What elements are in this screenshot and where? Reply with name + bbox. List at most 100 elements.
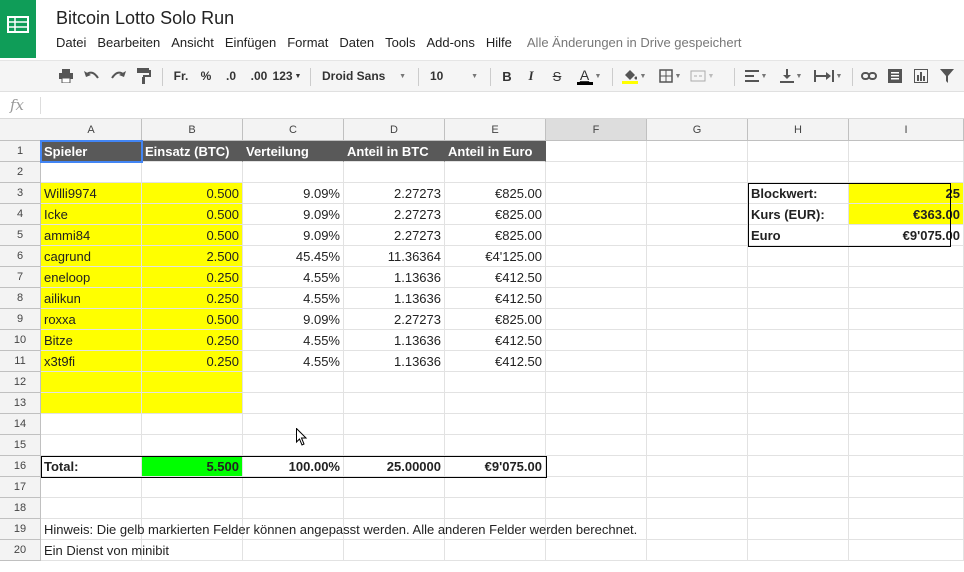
merge-cells-button[interactable]: ▼: [688, 65, 716, 87]
player-verteilung[interactable]: 9.09%: [243, 183, 344, 204]
column-header-f[interactable]: F: [546, 119, 647, 140]
menu-bearbeiten[interactable]: Bearbeiten: [97, 35, 160, 50]
empty-cell[interactable]: [748, 141, 849, 162]
player-name[interactable]: ailikun: [41, 288, 142, 309]
empty-cell[interactable]: [546, 435, 647, 456]
save-status[interactable]: Alle Änderungen in Drive gespeichert: [527, 35, 742, 50]
more-formats-button[interactable]: 123 ▼: [272, 65, 302, 87]
empty-cell[interactable]: [748, 477, 849, 498]
empty-cell[interactable]: [849, 246, 964, 267]
empty-cell[interactable]: [647, 246, 748, 267]
empty-cell[interactable]: [546, 204, 647, 225]
empty-cell[interactable]: [647, 225, 748, 246]
player-anteil-btc[interactable]: 1.13636: [344, 330, 445, 351]
row-header-10[interactable]: 10: [0, 330, 41, 351]
empty-cell[interactable]: [142, 435, 243, 456]
empty-cell[interactable]: [849, 477, 964, 498]
player-einsatz[interactable]: 0.250: [142, 267, 243, 288]
paint-format-icon[interactable]: [134, 65, 154, 87]
player-anteil-btc[interactable]: 1.13636: [344, 267, 445, 288]
empty-cell[interactable]: [546, 393, 647, 414]
empty-cell[interactable]: [647, 435, 748, 456]
empty-cell[interactable]: [243, 372, 344, 393]
empty-cell[interactable]: [849, 351, 964, 372]
total-anteil-btc[interactable]: 25.00000: [344, 456, 445, 477]
text-color-button[interactable]: A ▼: [572, 65, 606, 87]
empty-cell[interactable]: [647, 477, 748, 498]
note-dienst[interactable]: Ein Dienst von minibit: [41, 540, 169, 561]
player-einsatz-empty[interactable]: [142, 393, 243, 414]
empty-cell[interactable]: [849, 393, 964, 414]
player-anteil-btc[interactable]: 1.13636: [344, 288, 445, 309]
player-einsatz[interactable]: 0.250: [142, 351, 243, 372]
empty-cell[interactable]: [849, 435, 964, 456]
row-header-9[interactable]: 9: [0, 309, 41, 330]
empty-cell[interactable]: [344, 540, 445, 561]
column-header-i[interactable]: I: [849, 119, 964, 140]
player-name-empty[interactable]: [41, 372, 142, 393]
empty-cell[interactable]: [445, 372, 546, 393]
empty-cell[interactable]: [546, 162, 647, 183]
empty-cell[interactable]: [647, 288, 748, 309]
player-einsatz[interactable]: 0.500: [142, 309, 243, 330]
total-label[interactable]: Total:: [41, 456, 142, 477]
empty-cell[interactable]: [849, 414, 964, 435]
menu-datei[interactable]: Datei: [56, 35, 86, 50]
player-einsatz[interactable]: 0.250: [142, 288, 243, 309]
column-header-g[interactable]: G: [647, 119, 748, 140]
empty-cell[interactable]: [748, 330, 849, 351]
empty-cell[interactable]: [41, 498, 142, 519]
empty-cell[interactable]: [243, 162, 344, 183]
player-name-empty[interactable]: [41, 393, 142, 414]
empty-cell[interactable]: [546, 498, 647, 519]
empty-cell[interactable]: [243, 414, 344, 435]
empty-cell[interactable]: [748, 435, 849, 456]
player-anteil-euro[interactable]: €412.50: [445, 288, 546, 309]
empty-cell[interactable]: [849, 498, 964, 519]
empty-cell[interactable]: [243, 477, 344, 498]
side-label[interactable]: Kurs (EUR):: [748, 204, 849, 225]
player-verteilung[interactable]: 4.55%: [243, 330, 344, 351]
empty-cell[interactable]: [142, 477, 243, 498]
player-verteilung[interactable]: 9.09%: [243, 309, 344, 330]
player-verteilung[interactable]: 9.09%: [243, 225, 344, 246]
empty-cell[interactable]: [647, 330, 748, 351]
empty-cell[interactable]: [546, 288, 647, 309]
header-verteilung[interactable]: Verteilung: [243, 141, 344, 162]
empty-cell[interactable]: [647, 372, 748, 393]
player-anteil-euro[interactable]: €412.50: [445, 267, 546, 288]
empty-cell[interactable]: [748, 267, 849, 288]
empty-cell[interactable]: [748, 372, 849, 393]
empty-cell[interactable]: [748, 519, 849, 540]
percent-format-button[interactable]: %: [198, 65, 214, 87]
row-header-4[interactable]: 4: [0, 204, 41, 225]
empty-cell[interactable]: [344, 393, 445, 414]
empty-cell[interactable]: [546, 225, 647, 246]
empty-cell[interactable]: [546, 246, 647, 267]
empty-cell[interactable]: [748, 288, 849, 309]
empty-cell[interactable]: [142, 498, 243, 519]
empty-cell[interactable]: [546, 540, 647, 561]
fill-color-button[interactable]: ▼: [618, 65, 650, 87]
column-header-a[interactable]: A: [41, 119, 142, 140]
menu-format[interactable]: Format: [287, 35, 328, 50]
empty-cell[interactable]: [41, 435, 142, 456]
empty-cell[interactable]: [647, 351, 748, 372]
empty-cell[interactable]: [849, 519, 964, 540]
empty-cell[interactable]: [546, 351, 647, 372]
empty-cell[interactable]: [344, 372, 445, 393]
insert-comment-icon[interactable]: [884, 65, 906, 87]
player-einsatz[interactable]: 0.500: [142, 225, 243, 246]
empty-cell[interactable]: [344, 435, 445, 456]
empty-cell[interactable]: [445, 414, 546, 435]
empty-cell[interactable]: [748, 456, 849, 477]
header-anteil-btc[interactable]: Anteil in BTC: [344, 141, 445, 162]
empty-cell[interactable]: [445, 477, 546, 498]
player-anteil-euro[interactable]: €825.00: [445, 225, 546, 246]
empty-cell[interactable]: [546, 267, 647, 288]
font-size-select[interactable]: 10 ▼: [426, 65, 482, 87]
italic-button[interactable]: I: [522, 65, 540, 87]
empty-cell[interactable]: [849, 162, 964, 183]
empty-cell[interactable]: [546, 183, 647, 204]
row-header-7[interactable]: 7: [0, 267, 41, 288]
